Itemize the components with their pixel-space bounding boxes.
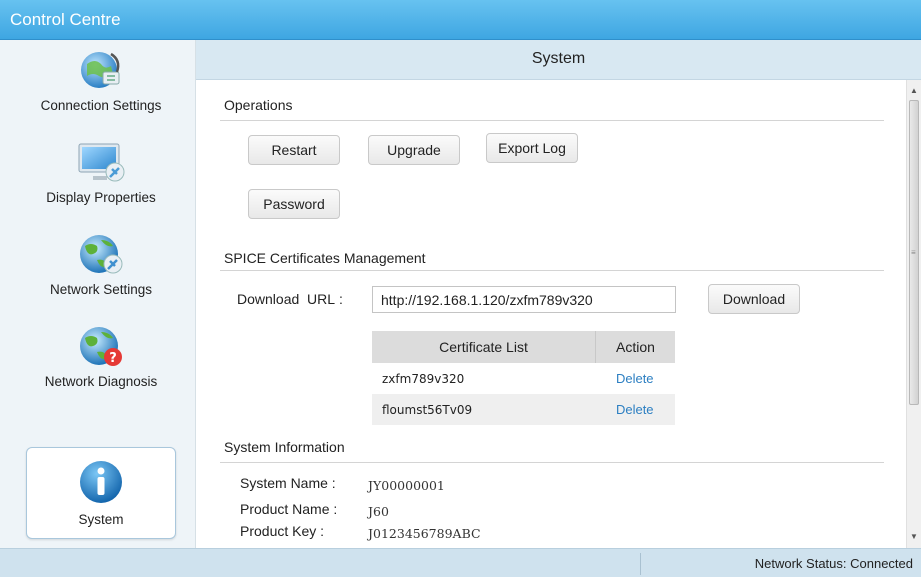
system-information-title: System Information [224, 439, 345, 455]
sidebar-item-label: Display Properties [46, 190, 156, 205]
certificate-table: Certificate List Action zxfm789v320 Dele… [372, 331, 675, 425]
grip-icon: ≡ [911, 248, 916, 257]
svg-text:?: ? [109, 351, 117, 366]
spice-title: SPICE Certificates Management [224, 250, 426, 266]
sidebar-item-system[interactable]: System [26, 447, 176, 539]
upgrade-button[interactable]: Upgrade [368, 135, 460, 165]
delete-link[interactable]: Delete [596, 363, 676, 394]
vertical-scrollbar[interactable]: ▲ ≡ ▼ [906, 80, 921, 548]
main-content: Operations Restart Upgrade Export Log Pa… [196, 80, 906, 548]
product-key-value: J0123456789ABC [368, 526, 481, 541]
sidebar-item-network-diagnosis[interactable]: ? Network Diagnosis [26, 316, 176, 408]
sidebar-item-connection-settings[interactable]: Connection Settings [26, 40, 176, 132]
status-separator [640, 553, 641, 575]
section-divider [220, 120, 884, 121]
product-name-value: J60 [368, 504, 389, 519]
password-button[interactable]: Password [248, 189, 340, 219]
network-settings-icon [80, 235, 123, 274]
app-title: Control Centre [10, 10, 121, 29]
scroll-up-arrow-icon[interactable]: ▲ [907, 84, 921, 98]
download-button[interactable]: Download [708, 284, 800, 314]
network-diagnosis-icon: ? [80, 327, 122, 366]
operations-title: Operations [224, 97, 293, 113]
table-row: zxfm789v320 Delete [372, 363, 675, 394]
product-name-label: Product Name : [240, 501, 338, 517]
product-key-label: Product Key : [240, 523, 325, 539]
sidebar-item-label: Connection Settings [40, 98, 162, 113]
sidebar: Connection Settings Display Properties N… [0, 40, 196, 548]
connection-settings-icon [81, 52, 120, 88]
column-header-action: Action [595, 331, 675, 363]
scroll-down-arrow-icon[interactable]: ▼ [907, 530, 921, 544]
content-header: System [196, 40, 921, 80]
restart-button[interactable]: Restart [248, 135, 340, 165]
status-bar: Network Status: Connected [0, 548, 921, 577]
section-divider [220, 270, 884, 271]
info-icon [80, 461, 122, 503]
download-url-input[interactable] [372, 286, 676, 313]
scroll-thumb[interactable]: ≡ [909, 100, 919, 405]
sidebar-item-label: Network Settings [49, 282, 153, 297]
column-header-certificate-list: Certificate List [372, 331, 596, 363]
sidebar-item-label: Network Diagnosis [44, 374, 158, 389]
sidebar-item-label: System [78, 512, 124, 527]
display-properties-icon [78, 143, 125, 182]
page-title: System [531, 50, 586, 67]
sidebar-item-network-settings[interactable]: Network Settings [26, 224, 176, 316]
certificate-name: zxfm789v320 [382, 371, 465, 386]
certificate-name: floumst56Tv09 [372, 394, 596, 425]
table-row: floumst56Tv09 Delete [372, 394, 675, 425]
system-name-label: System Name : [240, 475, 336, 491]
system-name-value: JY00000001 [368, 478, 445, 493]
sidebar-item-display-properties[interactable]: Display Properties [26, 132, 176, 224]
section-divider [220, 462, 884, 463]
delete-link[interactable]: Delete [595, 394, 675, 425]
network-status: Network Status: Connected [754, 556, 913, 571]
download-url-label: Download URL : [237, 291, 343, 307]
export-log-button[interactable]: Export Log [486, 133, 578, 163]
title-bar: Control Centre [0, 0, 921, 40]
